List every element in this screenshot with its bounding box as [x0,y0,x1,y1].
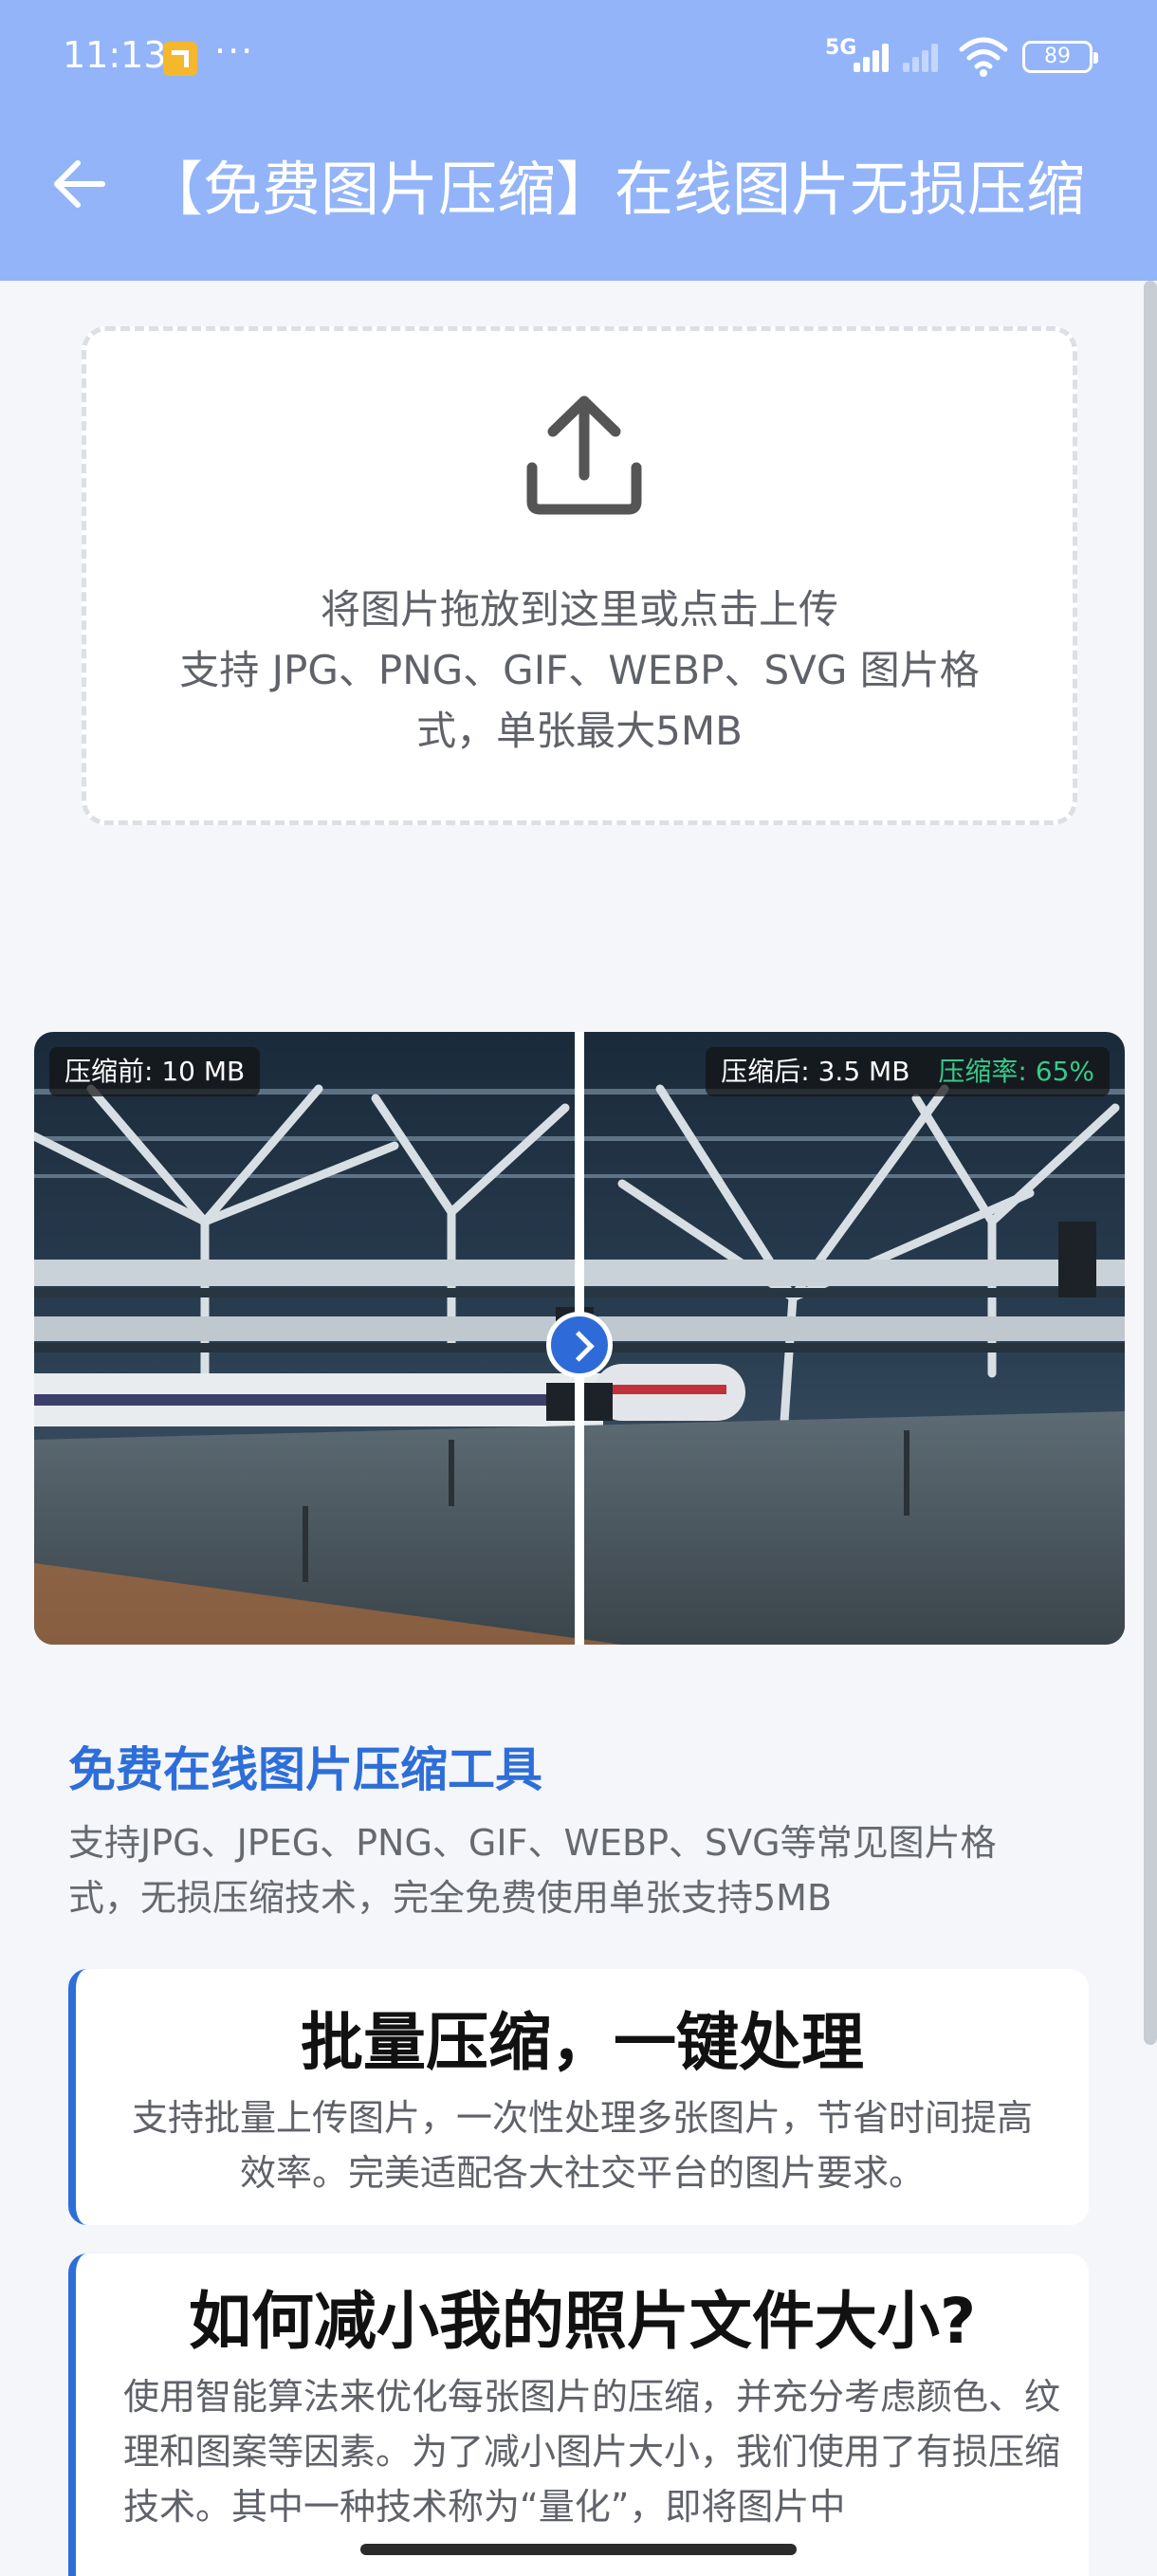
wifi-icon [959,37,1008,77]
signal-icon [854,42,895,72]
feature-text: 支持批量上传图片，一次性处理多张图片，节省时间提高效率。完美适配各大社交平台的图… [131,2097,1033,2194]
upload-hint-line1: 将图片拖放到这里或点击上传 [320,586,838,633]
chevron-right-icon[interactable] [546,1312,613,1378]
feature-card: 批量压缩，一键处理 支持批量上传图片，一次性处理多张图片，节省时间提高效率。完美… [68,1969,1089,2225]
section-description: 支持JPG、JPEG、PNG、GIF、WEBP、SVG等常见图片格式，无损压缩技… [68,1822,997,1919]
after-size-text: 压缩后: 3.5 MB [721,1056,910,1087]
network-type: 5G [825,36,857,60]
feature-card: 如何减小我的照片文件大小? 使用智能算法来优化每张图片的压缩，并充分考虑颜色、纹… [68,2254,1089,2576]
signal-2-icon [903,42,945,72]
feature-title: 批量压缩，一键处理 [301,2006,864,2079]
more-notifications-icon: ··· [214,30,255,72]
arrow-left-icon[interactable] [49,154,110,214]
page-title: 【免费图片压缩】在线图片无损压缩 [144,155,1086,224]
status-time: 11:13 [63,34,167,76]
feature-text: 使用智能算法来优化每张图片的压缩，并充分考虑颜色、纹理和图案等因素。为了减小图片… [123,2376,1061,2528]
before-size-label: 压缩前: 10 MB [49,1047,261,1096]
upload-hint: 将图片拖放到这里或点击上传 支持 JPG、PNG、GIF、WEBP、SVG 图片… [86,580,1073,762]
feature-title: 如何减小我的照片文件大小? [188,2285,977,2358]
notification-icon [163,42,197,76]
app-bar: 【免费图片压缩】在线图片无损压缩 [0,114,1157,281]
compare-slider[interactable]: 压缩前: 10 MB 压缩后: 3.5 MB 压缩率: 65% [34,1032,1125,1645]
scrollbar[interactable] [1144,281,1157,2045]
info-panel: 免费在线图片压缩工具 支持JPG、JPEG、PNG、GIF、WEBP、SVG等常… [34,1694,1125,2576]
battery-icon: 89 [1022,41,1098,73]
status-bar: 11:13 ··· 5G 89 [0,0,1157,114]
after-size-label: 压缩后: 3.5 MB 压缩率: 65% [706,1047,1110,1096]
upload-dropzone[interactable]: 将图片拖放到这里或点击上传 支持 JPG、PNG、GIF、WEBP、SVG 图片… [82,326,1077,825]
home-indicator[interactable] [360,2544,797,2555]
section-heading: 免费在线图片压缩工具 [68,1742,542,1797]
upload-hint-line2: 支持 JPG、PNG、GIF、WEBP、SVG 图片格式，单张最大5MB [179,647,980,754]
upload-icon [526,396,642,515]
compression-rate: 压缩率: 65% [938,1056,1094,1087]
